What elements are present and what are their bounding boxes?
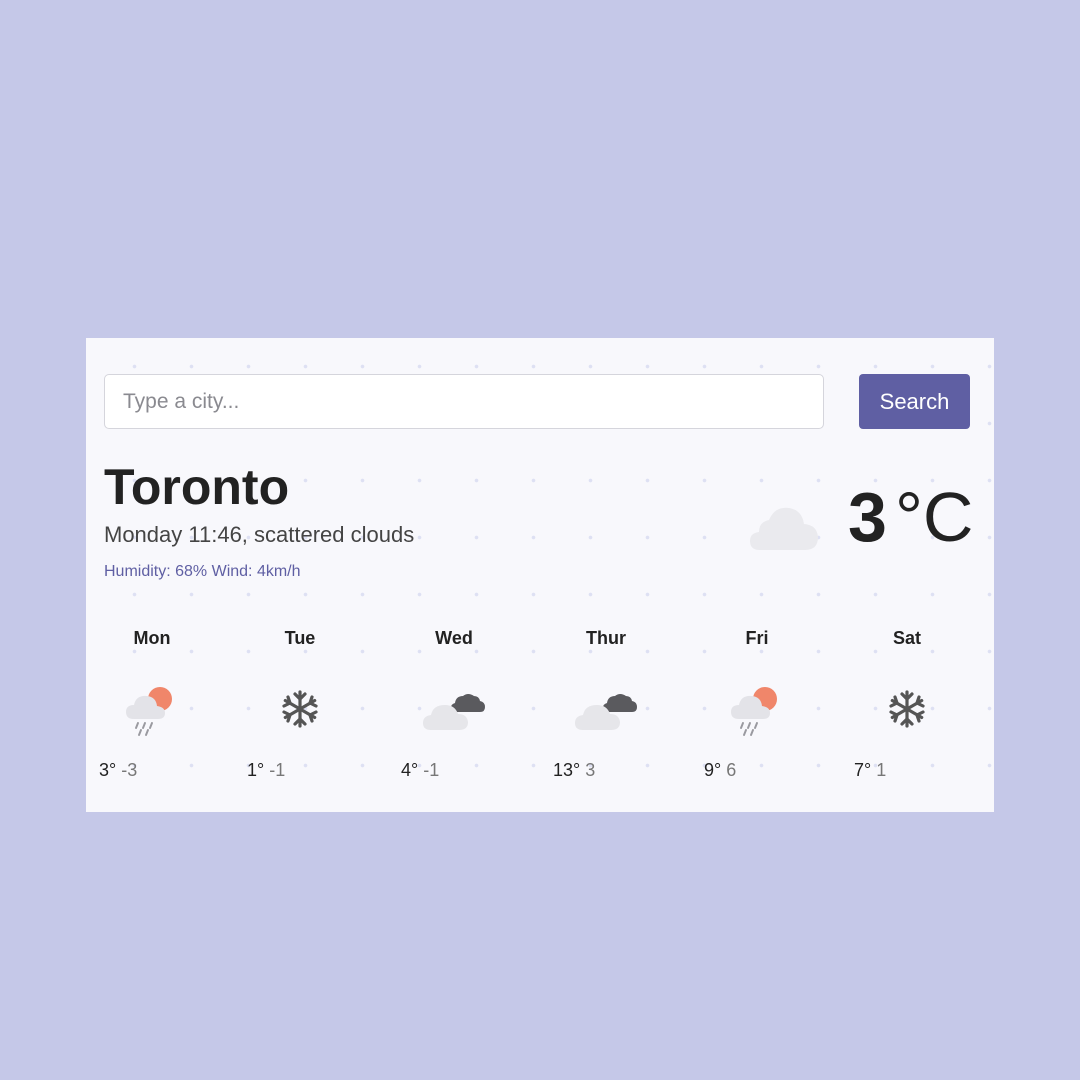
forecast-day-name: Wed <box>435 628 473 648</box>
date-time-description: Monday 11:46, scattered clouds <box>104 522 415 547</box>
forecast-day: Mon 3° -3 <box>97 628 207 781</box>
broken-clouds-icon <box>551 674 661 744</box>
forecast-max-temp: 7° <box>854 760 872 780</box>
scattered-clouds-icon <box>748 498 820 559</box>
forecast-day: Fri 9° 6 <box>702 628 812 781</box>
forecast-day-name: Mon <box>133 628 171 648</box>
forecast-day-name: Tue <box>284 628 316 648</box>
forecast-min-temp: -3 <box>121 760 138 780</box>
forecast-day: Wed 4° -1 <box>399 628 509 781</box>
city-name: Toronto <box>104 459 290 515</box>
forecast-max-temp: 1° <box>247 760 265 780</box>
forecast-day-name: Sat <box>892 628 921 648</box>
forecast-min-temp: -1 <box>423 760 440 780</box>
forecast-day: Thur 13° 3 <box>551 628 661 781</box>
rain-sun-icon <box>702 674 812 744</box>
snowflake-icon <box>245 674 355 744</box>
forecast-min-temp: 1 <box>876 760 887 780</box>
forecast-max-temp: 9° <box>704 760 722 780</box>
forecast-day: Tue 1° -1 <box>245 628 355 781</box>
forecast-day-name: Fri <box>745 628 769 648</box>
forecast-min-temp: -1 <box>269 760 286 780</box>
forecast-temps: 3° -3 <box>97 760 207 781</box>
broken-clouds-icon <box>399 674 509 744</box>
forecast-day: Sat 7° 1 <box>852 628 962 781</box>
forecast-temps: 13° 3 <box>551 760 661 781</box>
city-search-input[interactable] <box>104 374 824 429</box>
forecast-temps: 4° -1 <box>399 760 509 781</box>
forecast-max-temp: 4° <box>401 760 419 780</box>
search-button[interactable]: Search <box>859 374 970 429</box>
rain-sun-icon <box>97 674 207 744</box>
forecast-temps: 7° 1 <box>852 760 962 781</box>
forecast-max-temp: 3° <box>99 760 117 780</box>
forecast-day-name: Thur <box>586 628 626 648</box>
temperature-unit: °C <box>894 478 974 556</box>
humidity-wind-info: Humidity: 68% Wind: 4km/h <box>104 563 301 580</box>
forecast-temps: 9° 6 <box>702 760 812 781</box>
weather-card: Search Toronto Monday 11:46, scattered c… <box>86 338 994 812</box>
forecast-min-temp: 3 <box>585 760 596 780</box>
forecast-min-temp: 6 <box>726 760 737 780</box>
forecast-max-temp: 13° <box>553 760 581 780</box>
current-temperature: 3 °C <box>848 482 973 552</box>
forecast-temps: 1° -1 <box>245 760 355 781</box>
temperature-value: 3 <box>848 478 887 556</box>
snowflake-icon <box>852 674 962 744</box>
